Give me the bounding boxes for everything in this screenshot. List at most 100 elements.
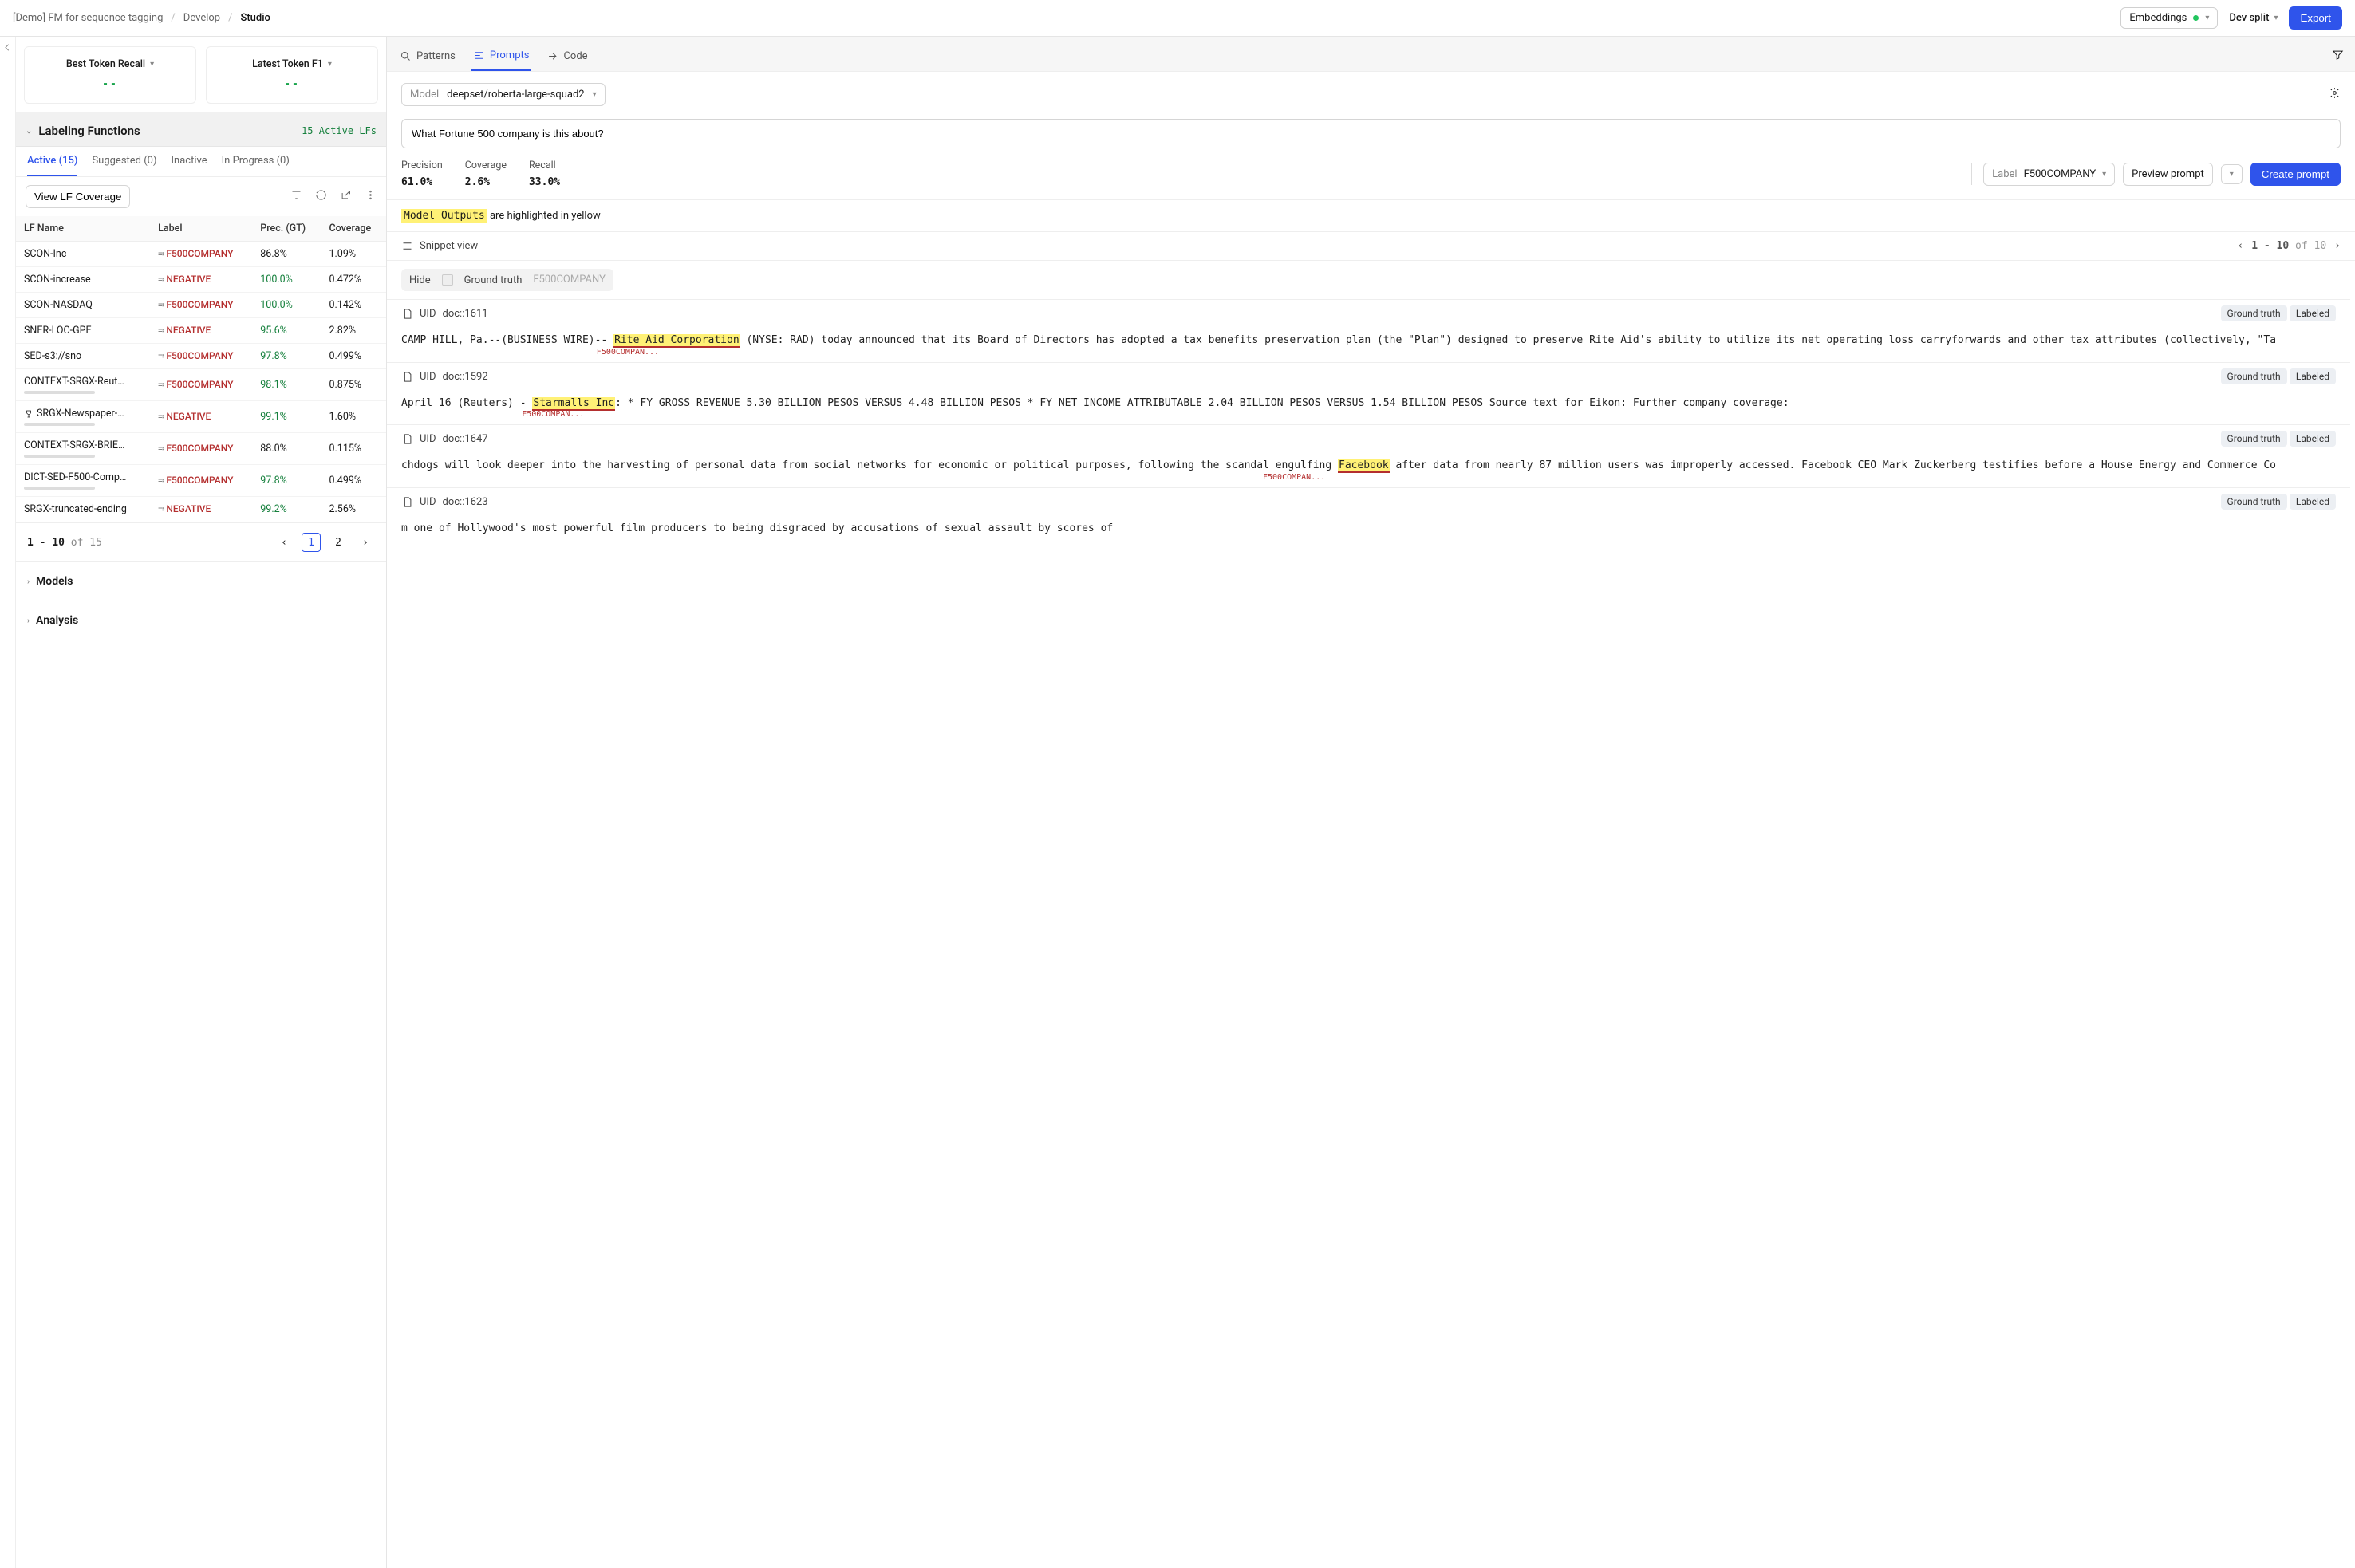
lf-name: SCON-NASDAQ [24,299,128,311]
lf-prec: 99.2% [252,497,321,522]
breadcrumb-root[interactable]: [Demo] FM for sequence tagging [13,12,163,24]
col-prec[interactable]: Prec. (GT) [252,216,321,242]
col-label[interactable]: Label [150,216,252,242]
filter-ground-truth[interactable]: Ground truth [464,274,523,286]
metric-card-recall[interactable]: Best Token Recall▾ -- [24,46,196,104]
chevron-down-icon: ▾ [2274,14,2278,22]
document-icon [401,433,413,445]
badge-labeled[interactable]: Labeled [2290,368,2336,384]
chevron-down-icon: ▾ [328,60,332,69]
entity-highlight[interactable]: Facebook [1338,459,1390,473]
models-title: Models [36,575,73,588]
table-row[interactable]: CONTEXT-SRGX-BRIEFsh≕F500COMPANY88.0%0.1… [16,433,386,465]
refresh-icon[interactable] [315,189,327,204]
entity-highlight[interactable]: Starmalls Inc [532,397,615,411]
doc-card: UID doc::1592Ground truth LabeledApril 1… [387,362,2350,425]
table-row[interactable]: SCON-increase≕NEGATIVE100.0%0.472% [16,267,386,293]
pager-page-1[interactable]: 1 [302,533,321,552]
analysis-section-toggle[interactable]: › Analysis [16,601,386,640]
split-selector[interactable]: Dev split ▾ [2229,12,2278,24]
collapse-left-button[interactable] [0,37,16,1568]
uid-value: doc::1592 [443,371,488,383]
filter-gt-checkbox[interactable] [442,274,453,286]
search-icon [400,50,412,62]
entity-label: F500COMPAN... [1263,473,2336,482]
lf-name: SNER-LOC-GPE [24,325,128,337]
badge-ground-truth[interactable]: Ground truth [2221,431,2287,447]
preview-prompt-dropdown[interactable]: ▾ [2221,164,2243,184]
badge-ground-truth[interactable]: Ground truth [2221,494,2287,510]
open-external-icon[interactable] [340,189,352,204]
lf-name: CONTEXT-SRGX-BRIEFsh [24,439,128,451]
col-name[interactable]: LF Name [16,216,150,242]
badge-labeled[interactable]: Labeled [2290,305,2336,321]
badge-labeled[interactable]: Labeled [2290,494,2336,510]
breadcrumb-develop[interactable]: Develop [183,12,220,24]
snippet-view-toggle[interactable]: Snippet view [401,240,478,252]
filter-icon[interactable] [2332,49,2344,64]
lf-title: Labeling Functions [38,124,140,138]
preview-prompt-button[interactable]: Preview prompt [2123,163,2213,186]
pager-page-2[interactable]: 2 [329,533,348,552]
lf-label: ≕F500COMPANY [158,248,233,259]
filter-f500[interactable]: F500COMPANY [533,274,606,286]
table-row[interactable]: CONTEXT-SRGX-Reuters≕F500COMPANY98.1%0.8… [16,369,386,401]
embeddings-label: Embeddings [2129,12,2187,24]
tab-inactive[interactable]: Inactive [172,155,207,176]
metric-card-f1[interactable]: Latest Token F1 ▾ -- [206,46,378,104]
doc-body[interactable]: m one of Hollywood's most powerful film … [401,518,2336,541]
metric-title: Best Token Recall [66,58,145,70]
hint-highlight: Model Outputs [401,209,487,223]
metric-title: Latest Token F1 [252,58,323,70]
create-prompt-button[interactable]: Create prompt [2250,163,2341,186]
tab-active[interactable]: Active (15) [27,155,77,176]
document-icon [401,496,413,508]
lf-cov: 0.115% [321,433,386,465]
snippet-prev[interactable]: ‹ [2237,240,2243,252]
lf-cov: 0.472% [321,267,386,293]
lf-prec: 97.8% [252,465,321,497]
table-row[interactable]: SRGX-Newspaper-Na≕NEGATIVE99.1%1.60% [16,401,386,433]
pager-prev[interactable]: ‹ [274,533,294,552]
breadcrumb-sep: / [171,12,175,24]
lf-prec: 100.0% [252,293,321,318]
models-section-toggle[interactable]: › Models [16,561,386,601]
lf-section-header[interactable]: ⌄Labeling Functions 15 Active LFs [16,112,386,147]
badge-ground-truth[interactable]: Ground truth [2221,305,2287,321]
chevron-down-icon: ⌄ [26,127,32,136]
filter-icon[interactable] [290,189,302,204]
table-row[interactable]: SED-s3://sno≕F500COMPANY97.8%0.499% [16,344,386,369]
metric-value: -- [215,78,369,90]
entity-label: F500COMPAN... [597,348,2336,357]
badge-ground-truth[interactable]: Ground truth [2221,368,2287,384]
overflow-indicator [24,455,95,458]
tab-inprogress[interactable]: In Progress (0) [222,155,290,176]
tab-suggested[interactable]: Suggested (0) [92,155,156,176]
lf-tabs: Active (15) Suggested (0) Inactive In Pr… [16,147,386,177]
settings-icon[interactable] [2329,87,2341,102]
table-row[interactable]: SRGX-truncated-ending≕NEGATIVE99.2%2.56% [16,497,386,522]
filter-hide[interactable]: Hide [409,274,431,286]
prompt-icon [473,49,485,61]
tab-prompts[interactable]: Prompts [471,41,531,71]
prompt-input[interactable] [401,119,2341,148]
snippet-next[interactable]: › [2334,240,2341,252]
more-icon[interactable] [365,189,377,204]
entity-highlight[interactable]: Rite Aid Corporation [613,334,740,348]
view-lf-coverage-button[interactable]: View LF Coverage [26,185,130,208]
col-cov[interactable]: Coverage [321,216,386,242]
table-row[interactable]: DICT-SED-F500-Compar≕F500COMPANY97.8%0.4… [16,465,386,497]
model-row: Model deepset/roberta-large-squad2 ▾ [387,72,2355,112]
table-row[interactable]: SCON-NASDAQ≕F500COMPANY100.0%0.142% [16,293,386,318]
export-button[interactable]: Export [2289,6,2342,30]
entity-label: F500COMPAN... [522,410,2336,419]
label-selector[interactable]: Label F500COMPANY ▾ [1983,163,2115,186]
table-row[interactable]: SCON-Inc≕F500COMPANY86.8%1.09% [16,242,386,267]
tab-patterns[interactable]: Patterns [398,41,457,71]
badge-labeled[interactable]: Labeled [2290,431,2336,447]
pager-next[interactable]: › [356,533,375,552]
tab-code[interactable]: Code [545,41,589,71]
table-row[interactable]: SNER-LOC-GPE≕NEGATIVE95.6%2.82% [16,318,386,344]
model-selector[interactable]: Model deepset/roberta-large-squad2 ▾ [401,83,606,106]
embeddings-selector[interactable]: Embeddings ▾ [2120,7,2218,29]
